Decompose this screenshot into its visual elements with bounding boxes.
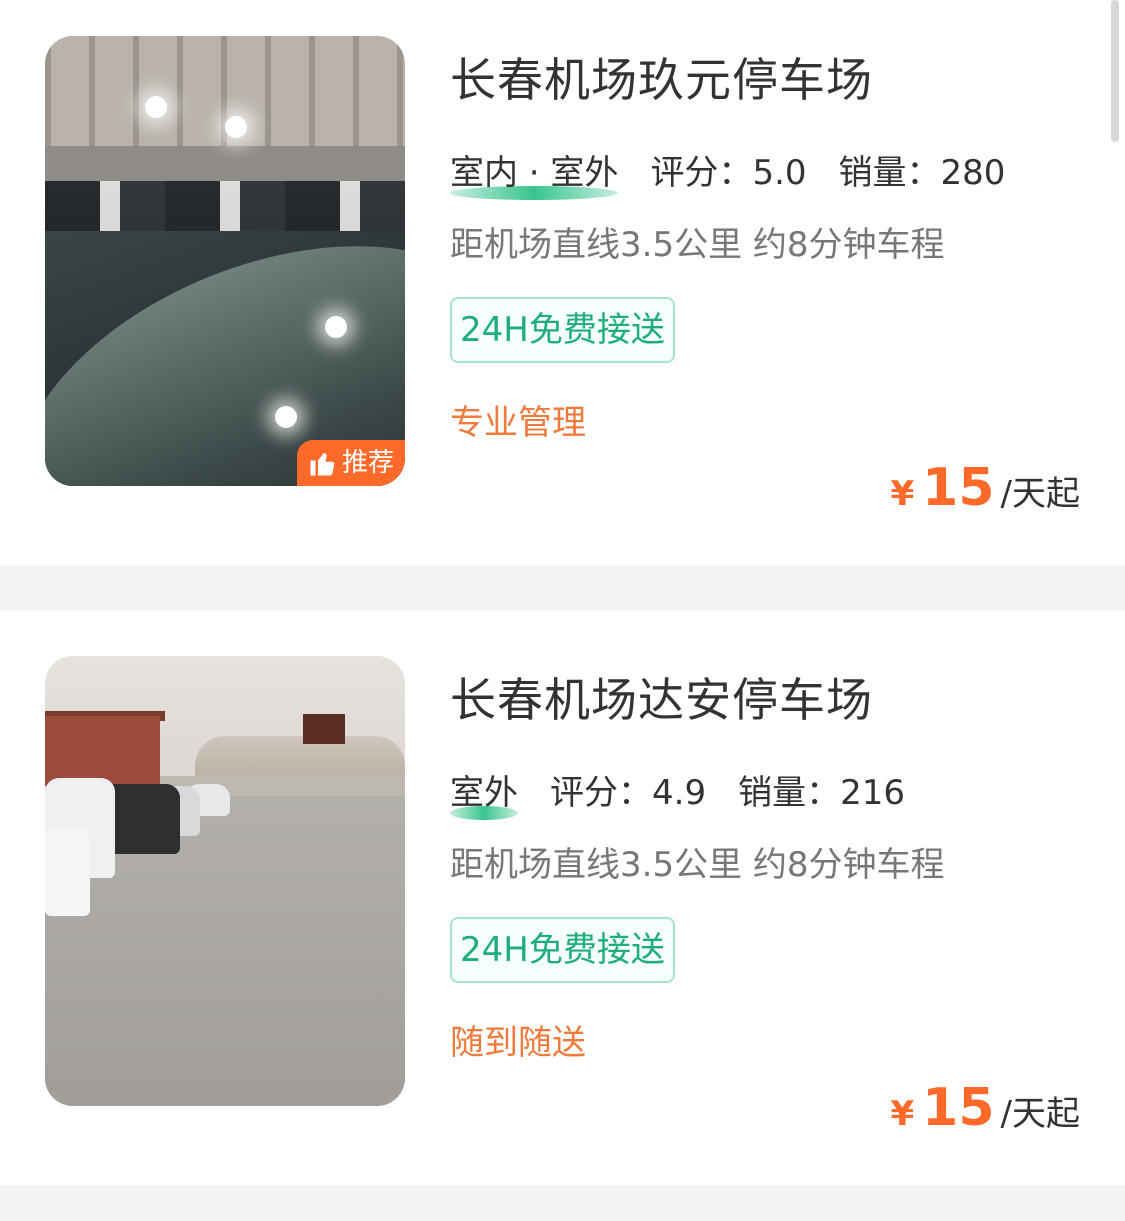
scrollbar[interactable] <box>1111 0 1119 142</box>
parking-meta: 室外 评分： 4.9 销量： 216 <box>450 765 905 820</box>
sales-label: 销量： <box>738 773 841 813</box>
parking-type-label: 室外 <box>450 773 518 813</box>
price: ¥ 15 /天起 <box>890 1078 1080 1138</box>
parking-title[interactable]: 长春机场玖元停车场 <box>450 44 873 110</box>
photo-detail <box>45 826 90 916</box>
distance-info: 距机场直线3.5公里 约8分钟车程 <box>450 225 945 265</box>
photo-detail <box>45 716 160 786</box>
divider <box>0 565 1125 610</box>
thumbs-up-icon <box>310 453 335 476</box>
parking-meta: 室内 · 室外 评分： 5.0 销量： 280 <box>450 145 1006 200</box>
sales-value: 216 <box>840 773 905 813</box>
parking-type-label: 室内 · 室外 <box>450 153 619 193</box>
rating-value: 5.0 <box>752 153 807 193</box>
badge-label: 推荐 <box>341 448 394 478</box>
photo-detail <box>145 96 167 118</box>
parking-type: 室内 · 室外 <box>450 145 619 200</box>
feature-text: 专业管理 <box>450 403 586 443</box>
sales-value: 280 <box>940 153 1006 193</box>
parking-card[interactable]: 推荐 长春机场玖元停车场 室内 · 室外 评分： 5.0 销量： 280 距机场… <box>0 0 1125 565</box>
parking-card[interactable]: 长春机场达安停车场 室外 评分： 4.9 销量： 216 距机场直线3.5公里 … <box>0 610 1125 1185</box>
parking-list-page: 推荐 长春机场玖元停车场 室内 · 室外 评分： 5.0 销量： 280 距机场… <box>0 0 1125 1221</box>
parking-photo[interactable]: 推荐 <box>45 36 405 486</box>
price: ¥ 15 /天起 <box>890 458 1080 518</box>
currency-symbol: ¥ <box>890 474 915 514</box>
recommend-badge: 推荐 <box>297 440 405 486</box>
photo-detail <box>325 316 347 338</box>
rating-label: 评分： <box>550 773 652 813</box>
parking-photo[interactable] <box>45 656 405 1106</box>
photo-detail <box>45 181 405 231</box>
parking-type: 室外 <box>450 765 518 820</box>
distance-info: 距机场直线3.5公里 约8分钟车程 <box>450 845 945 885</box>
feature-text: 随到随送 <box>450 1023 586 1063</box>
photo-detail <box>303 714 345 744</box>
photo-detail <box>275 406 297 428</box>
sales-label: 销量： <box>838 153 941 193</box>
currency-symbol: ¥ <box>890 1094 915 1134</box>
price-unit: /天起 <box>1000 1094 1080 1134</box>
price-amount: 15 <box>922 1078 995 1138</box>
shuttle-tag: 24H免费接送 <box>450 917 675 983</box>
photo-detail <box>195 736 405 781</box>
shuttle-tag: 24H免费接送 <box>450 297 675 363</box>
photo-detail <box>225 116 247 138</box>
rating-value: 4.9 <box>652 773 707 813</box>
price-unit: /天起 <box>1000 474 1080 514</box>
parking-title[interactable]: 长春机场达安停车场 <box>450 664 873 730</box>
price-amount: 15 <box>922 458 995 518</box>
divider <box>0 1185 1125 1221</box>
photo-detail <box>45 146 405 186</box>
rating-label: 评分： <box>650 153 753 193</box>
